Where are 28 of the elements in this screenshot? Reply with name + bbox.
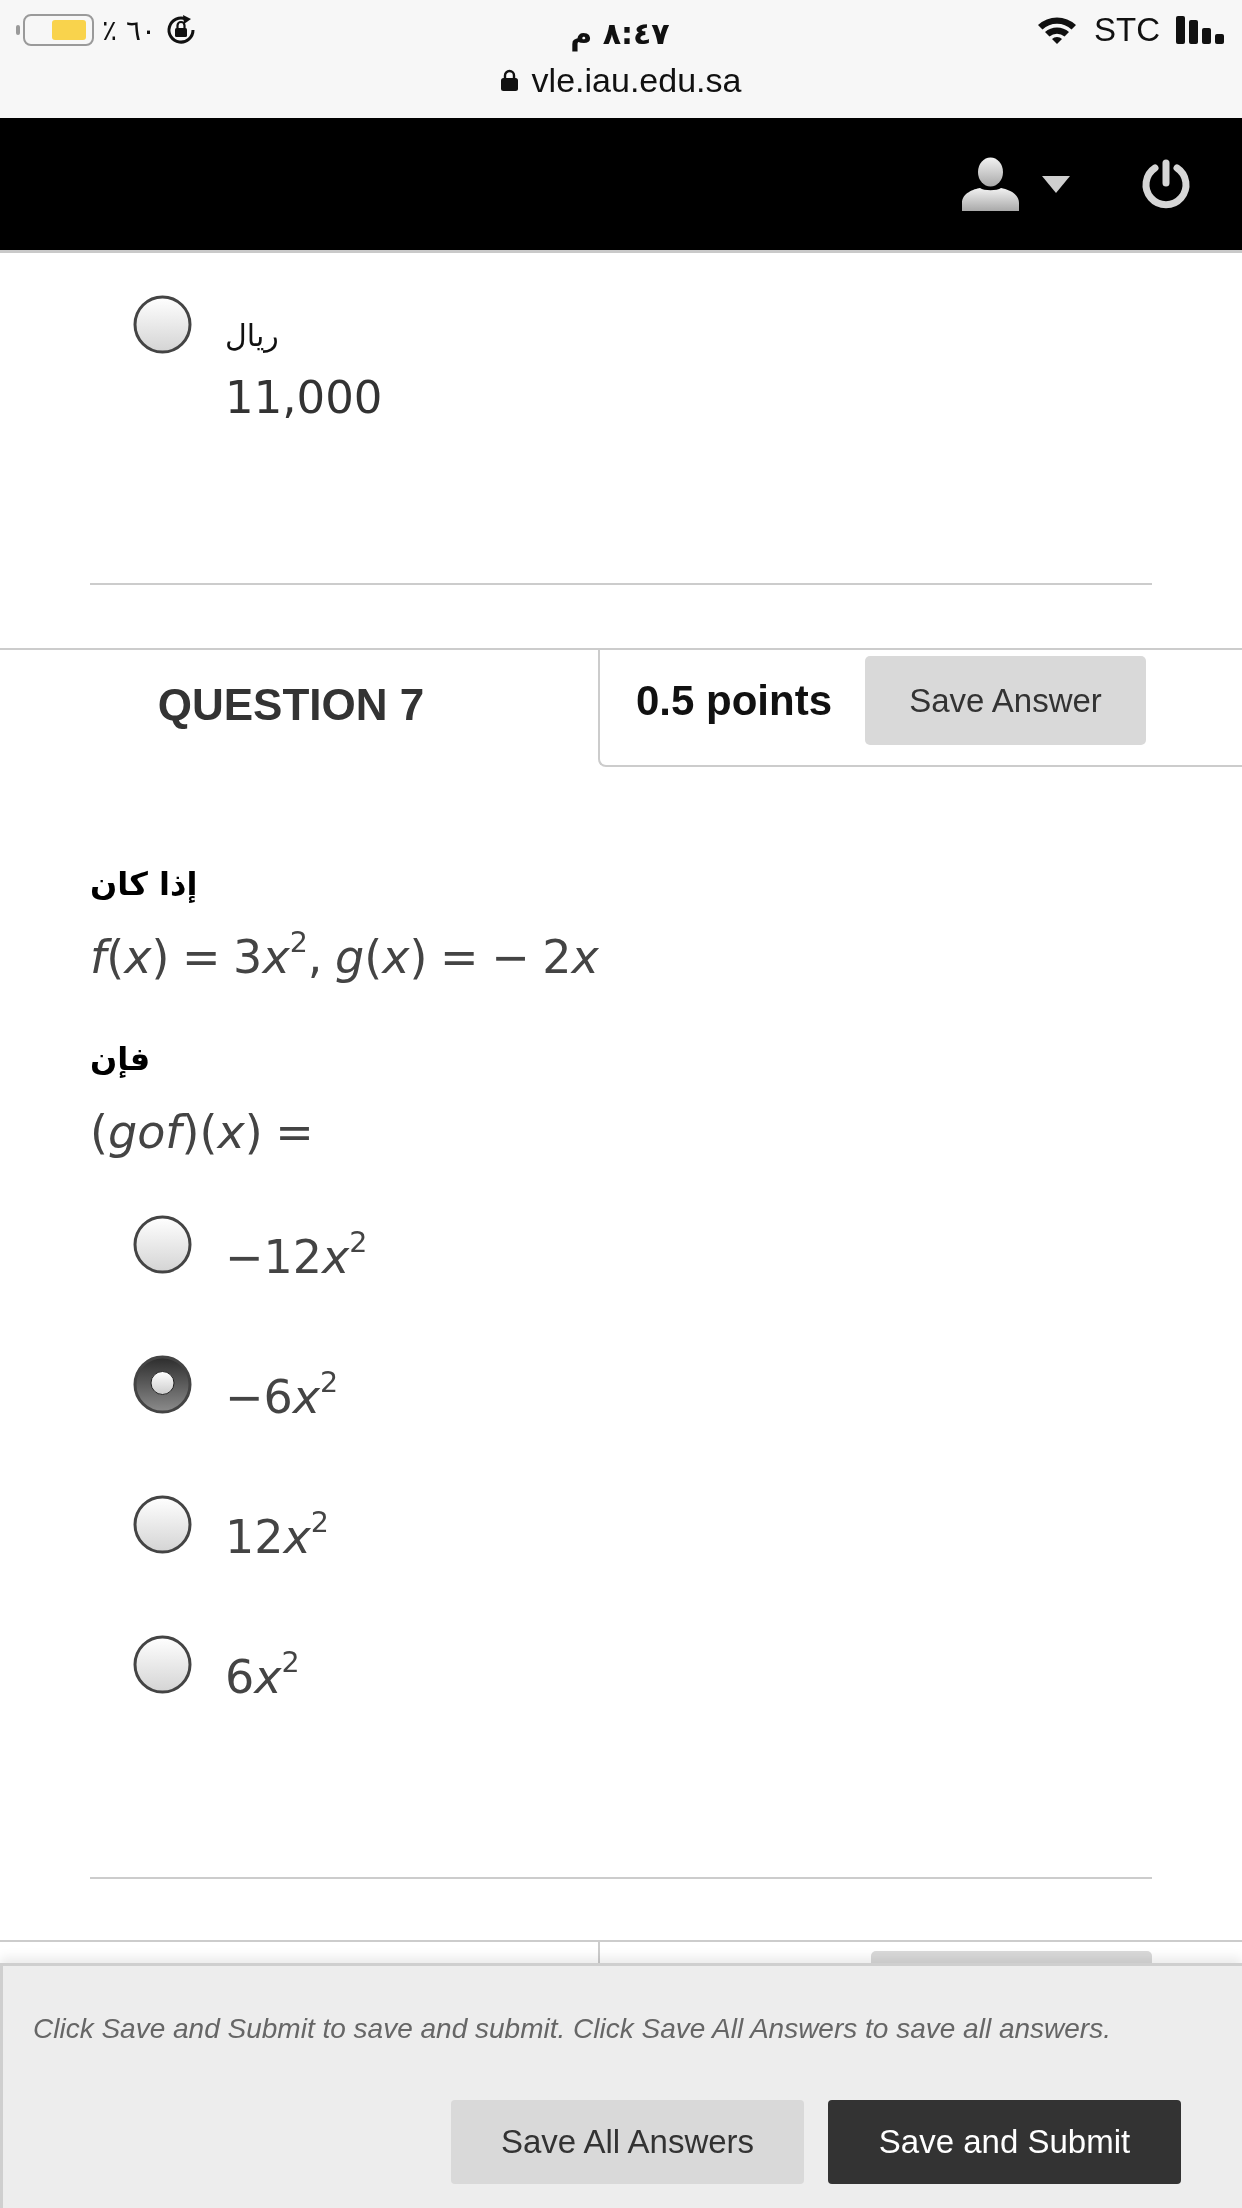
radio-button[interactable] bbox=[133, 295, 192, 354]
math-expression: (gof)(x) = bbox=[90, 1104, 314, 1161]
answer-text: ريال bbox=[225, 317, 279, 355]
battery-icon bbox=[16, 14, 94, 46]
math-expression: f(x) = 3x$^{2}$, g(x) = − 2x bbox=[90, 927, 599, 986]
carrier-name: STC bbox=[1094, 11, 1160, 49]
power-icon[interactable] bbox=[1140, 159, 1192, 209]
radio-button[interactable] bbox=[133, 1215, 192, 1274]
instruction-text: Click Save and Submit to save and submit. Click Save All Answers to save all answers. bbox=[33, 2012, 1111, 2046]
radio-button[interactable] bbox=[133, 1355, 192, 1414]
prompt-text: إذا كان bbox=[90, 864, 198, 905]
save-all-button[interactable]: Save All Answers bbox=[451, 2100, 804, 2184]
points-text: 0.5 points bbox=[636, 676, 833, 725]
answer-text: 11,000 bbox=[225, 370, 383, 426]
lock-icon bbox=[500, 69, 518, 91]
signal-icon bbox=[1176, 16, 1224, 44]
wifi-icon bbox=[1036, 15, 1078, 45]
user-icon[interactable] bbox=[962, 157, 1019, 211]
radio-button[interactable] bbox=[133, 1635, 192, 1694]
address-text[interactable]: vle.iau.edu.sa bbox=[531, 60, 742, 100]
caret-icon[interactable] bbox=[1042, 175, 1070, 193]
status-time: ٨:٤٧ م bbox=[570, 15, 670, 51]
radio-button[interactable] bbox=[133, 1495, 192, 1554]
save-answer-button[interactable]: Save Answer bbox=[865, 656, 1147, 745]
prompt-text: فإن bbox=[90, 1039, 151, 1080]
submit-button[interactable]: Save and Submit bbox=[828, 2100, 1181, 2184]
battery-percentage: ٪ ٦٠ bbox=[102, 13, 157, 47]
question-title: QUESTION 7 bbox=[157, 679, 425, 730]
